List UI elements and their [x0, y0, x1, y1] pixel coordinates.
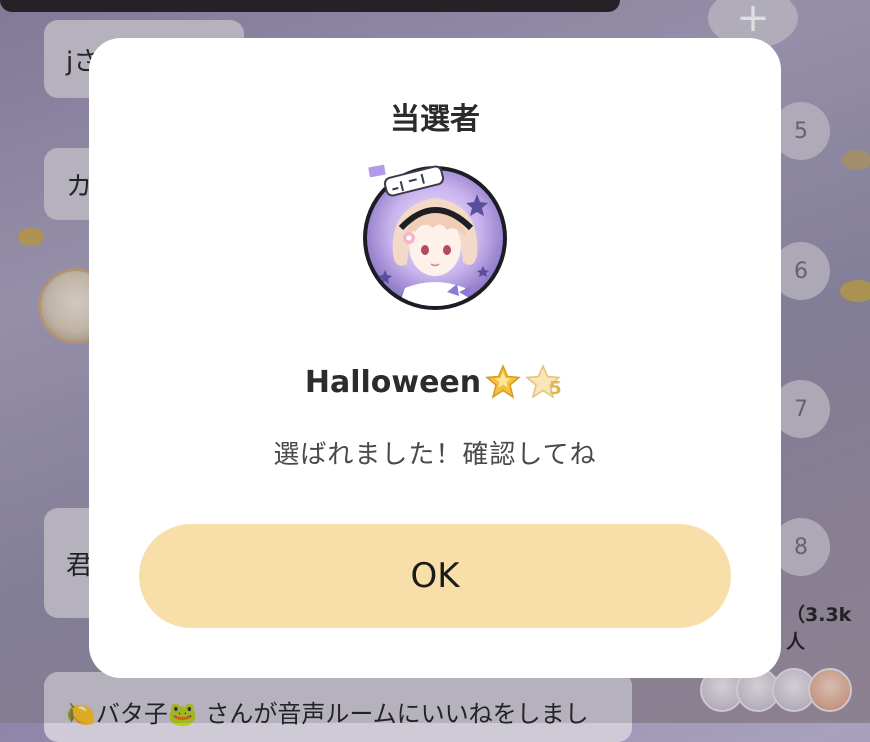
winner-avatar: [363, 164, 507, 310]
level-badge: 5: [525, 364, 565, 400]
gold-star-badge-icon: [485, 364, 522, 399]
result-message: 選ばれました！確認してね: [273, 440, 597, 470]
level-number: 5: [549, 378, 562, 399]
ok-button[interactable]: OK: [139, 524, 731, 628]
dialog-title: 当選者: [390, 102, 480, 137]
winner-dialog: 当選者 Halloween 5 選ばれました！確認してね OK: [89, 38, 781, 678]
winner-name: Halloween: [304, 364, 482, 400]
winner-name-row: Halloween 5: [89, 364, 781, 400]
